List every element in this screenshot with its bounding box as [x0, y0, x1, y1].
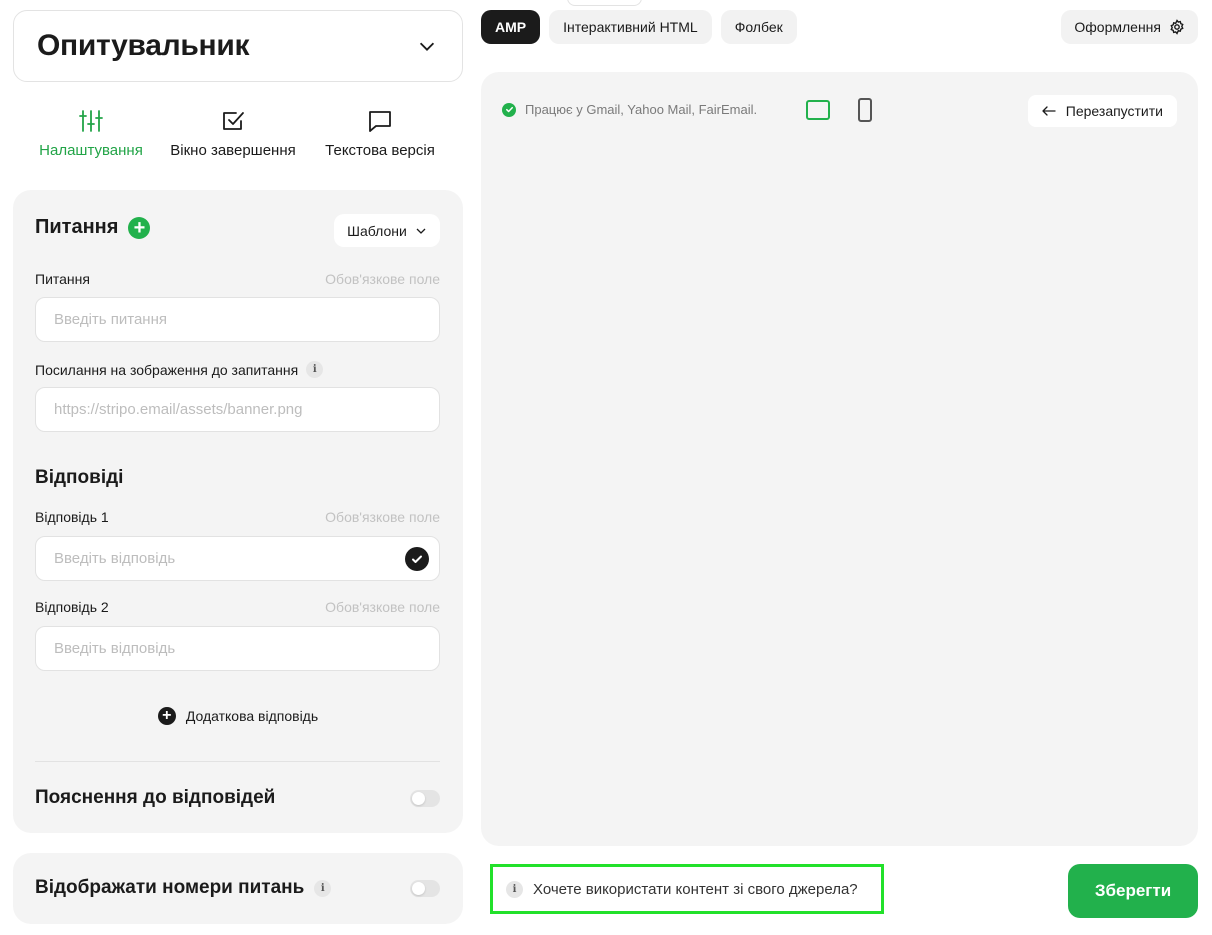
add-question-icon[interactable]: +: [128, 216, 151, 239]
own-source-link[interactable]: i Хочете використати контент зі свого дж…: [490, 864, 884, 914]
show-numbers-toggle[interactable]: [410, 880, 440, 897]
tab-settings-label: Налаштування: [39, 142, 143, 159]
explanations-label: Пояснення до відповідей: [35, 787, 276, 808]
restart-button[interactable]: Перезапустити: [1027, 95, 1177, 127]
mobile-view-icon[interactable]: [858, 98, 872, 122]
preview-panel: Працює у Gmail, Yahoo Mail, FairEmail. П…: [481, 72, 1198, 846]
answer-1-input[interactable]: Введіть відповідь: [35, 536, 440, 581]
tab-amp[interactable]: AMP: [481, 10, 541, 44]
own-source-text: Хочете використати контент зі свого джер…: [533, 880, 858, 898]
save-button[interactable]: Зберегти: [1068, 864, 1198, 918]
gear-icon: [1170, 19, 1184, 35]
info-icon: i: [506, 880, 523, 898]
image-url-label-text: Посилання на зображення до запитання: [35, 361, 299, 378]
divider: [35, 761, 440, 762]
tab-text-version[interactable]: Текстова версія: [297, 108, 463, 168]
info-icon[interactable]: i: [306, 361, 324, 378]
required-hint: Обов'язкове поле: [325, 509, 440, 525]
compatibility-text: Працює у Gmail, Yahoo Mail, FairEmail.: [525, 102, 758, 117]
question-header: Питання +: [35, 216, 151, 239]
answer-1-placeholder: Введіть відповідь: [54, 550, 176, 567]
add-answer-button[interactable]: + Додаткова відповідь: [13, 707, 463, 725]
question-card: Питання + Шаблони Питання Обов'язкове по…: [13, 190, 463, 833]
image-url-label: Посилання на зображення до запитання i: [35, 361, 324, 378]
answer-1-label-text: Відповідь 1: [35, 509, 109, 525]
speech-bubble-icon: [369, 111, 391, 132]
question-input[interactable]: Введіть питання: [35, 297, 440, 342]
tab-settings[interactable]: Налаштування: [13, 108, 169, 168]
question-field-label: Питання: [35, 271, 90, 287]
check-circle-icon: [502, 102, 516, 117]
tab-fallback[interactable]: Фолбек: [720, 10, 797, 44]
explanations-toggle[interactable]: [410, 790, 440, 807]
tab-text-version-label: Текстова версія: [325, 142, 435, 159]
answers-heading: Відповіді: [35, 467, 124, 488]
desktop-view-icon[interactable]: [806, 100, 830, 120]
format-tabs: AMP Інтерактивний HTML Фолбек: [481, 10, 797, 44]
image-url-placeholder: https://stripo.email/assets/banner.png: [54, 401, 303, 418]
image-url-input[interactable]: https://stripo.email/assets/banner.png: [35, 387, 440, 432]
compatibility-note: Працює у Gmail, Yahoo Mail, FairEmail.: [502, 102, 757, 117]
restart-label: Перезапустити: [1065, 103, 1163, 119]
answer-2-label-text: Відповідь 2: [35, 599, 109, 615]
answer-2-placeholder: Введіть відповідь: [54, 640, 176, 657]
tab-completion-window[interactable]: Вікно завершення: [169, 108, 297, 168]
quiz-editor-page: Опитувальник Налаштування Вікно завершен…: [0, 0, 1212, 935]
required-hint: Обов'язкове поле: [325, 271, 440, 287]
question-heading: Питання: [35, 216, 119, 238]
chevron-down-icon: [416, 228, 426, 234]
chevron-down-icon: [419, 42, 435, 51]
checkbox-icon: [223, 112, 244, 130]
templates-label: Шаблони: [347, 222, 407, 239]
tab-completion-label: Вікно завершення: [170, 142, 296, 159]
info-icon[interactable]: i: [314, 879, 332, 897]
correct-answer-check-icon[interactable]: [405, 547, 429, 571]
answer-1-label: Відповідь 1: [35, 509, 109, 525]
answer-2-input[interactable]: Введіть відповідь: [35, 626, 440, 671]
show-numbers-card: Відображати номери питань i: [13, 853, 463, 924]
plus-icon: +: [157, 707, 176, 725]
add-answer-label: Додаткова відповідь: [185, 708, 319, 724]
arrow-left-icon: [1042, 106, 1056, 116]
show-numbers-row: Відображати номери питань i: [35, 877, 332, 899]
settings-tabs: Налаштування Вікно завершення Текстова в…: [13, 108, 463, 168]
question-input-placeholder: Введіть питання: [54, 311, 167, 328]
required-hint: Обов'язкове поле: [325, 599, 440, 615]
question-field-label-text: Питання: [35, 271, 90, 287]
tooltip-stub: [567, 0, 642, 6]
design-label: Оформлення: [1074, 19, 1161, 35]
widget-type-dropdown[interactable]: Опитувальник: [13, 10, 463, 82]
sliders-icon: [79, 110, 103, 132]
tab-interactive-html[interactable]: Інтерактивний HTML: [549, 10, 712, 44]
widget-title: Опитувальник: [37, 29, 250, 62]
answer-2-label: Відповідь 2: [35, 599, 109, 615]
templates-dropdown[interactable]: Шаблони: [334, 214, 440, 247]
show-numbers-label: Відображати номери питань: [35, 877, 305, 898]
design-button[interactable]: Оформлення: [1061, 10, 1198, 44]
